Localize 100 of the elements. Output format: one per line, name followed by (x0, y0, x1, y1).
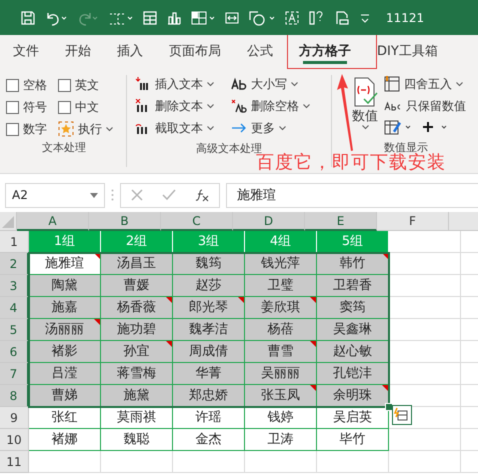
table-cell: 余明珠 (317, 385, 389, 407)
ribbon-tab[interactable]: DIY工具箱 (364, 35, 451, 69)
table-cell: 窦筠 (317, 297, 389, 319)
table-cell: 曹娣 (29, 385, 101, 407)
ribbon-tab[interactable]: 方方格子 (286, 35, 364, 69)
table-cell (101, 451, 173, 473)
table-cell: 郎光琴 (173, 297, 245, 319)
caret-icon (106, 126, 113, 132)
checkbox[interactable]: 英文 (58, 76, 122, 94)
ribbon-tab[interactable]: 页面布局 (156, 35, 234, 69)
table-cell: 钱婷 (245, 407, 317, 429)
column-header[interactable]: F (377, 212, 449, 231)
save-icon[interactable] (20, 10, 36, 26)
table-cell (389, 275, 461, 297)
row-header[interactable]: 8 (0, 385, 29, 407)
ribbon-button[interactable]: 大小写 (231, 75, 327, 93)
chart-icon[interactable] (166, 10, 182, 26)
table-cell (389, 429, 461, 451)
table-cell: 陶黛 (29, 275, 101, 297)
caret-icon (303, 104, 310, 108)
table-icon[interactable] (142, 10, 158, 26)
row-header[interactable]: 4 (0, 297, 29, 319)
table-cell: 许瑶 (173, 407, 245, 429)
print-preview-icon[interactable] (334, 10, 350, 26)
row-header[interactable]: 7 (0, 363, 29, 385)
column-width-icon[interactable] (224, 10, 240, 26)
table-cell: 莫雨祺 (101, 407, 173, 429)
table-cell: 2组 (101, 231, 173, 253)
function-icon[interactable] (194, 188, 210, 202)
checkbox[interactable]: 空格 (6, 76, 58, 94)
checkbox[interactable]: 中文 (58, 98, 122, 116)
table-cell: 4组 (245, 231, 317, 253)
row-header[interactable]: 10 (0, 429, 29, 451)
table-cell: 褚影 (29, 341, 101, 363)
formula-field[interactable]: 施雅瑄 (226, 182, 478, 208)
table-cell (317, 451, 389, 473)
checkbox[interactable]: 数字 (6, 120, 58, 138)
row-header[interactable]: 11 (0, 451, 29, 473)
table-cell: 卫璧 (245, 275, 317, 297)
row-header[interactable]: 3 (0, 275, 29, 297)
table-cell: 褚娜 (29, 429, 101, 451)
ribbon-tab[interactable]: 插入 (104, 35, 156, 69)
table-cell: 汤丽丽 (29, 319, 101, 341)
row-header[interactable]: 1 (0, 231, 29, 253)
ribbon-button[interactable]: 四舍五入 (384, 75, 466, 93)
column-header[interactable]: D (233, 212, 305, 231)
ribbon-button[interactable]: 截取文本 (135, 119, 231, 137)
run-button[interactable]: 执行 (58, 120, 122, 138)
table-cell (389, 451, 461, 473)
text-box-icon[interactable] (284, 10, 300, 26)
checkbox[interactable]: 符号 (6, 98, 58, 116)
table-cell: 3组 (173, 231, 245, 253)
table-cell (245, 451, 317, 473)
table-cell: 曹媛 (101, 275, 173, 297)
caret-icon (362, 125, 368, 130)
shapes-icon[interactable] (248, 10, 276, 26)
grid-icon (384, 76, 400, 92)
table-cell: 郑忠娇 (173, 385, 245, 407)
row-header[interactable]: 9 (0, 407, 29, 429)
ribbon-button[interactable]: 删除文本 (135, 97, 231, 115)
group-label: 数值显示 (384, 140, 428, 154)
table-cell: 赵心敏 (317, 341, 389, 363)
caret-icon (207, 82, 214, 86)
table-cell: 孙宜 (101, 341, 173, 363)
quick-analysis-icon[interactable] (392, 405, 412, 425)
fill-table-icon[interactable] (190, 10, 216, 26)
fill-handle[interactable] (385, 403, 393, 411)
ribbon-tab[interactable]: 开始 (52, 35, 104, 69)
table-cell: 蒋雪梅 (101, 363, 173, 385)
ribbon-tab[interactable]: 公式 (234, 35, 286, 69)
table-cell (389, 341, 461, 363)
table-cell: 吕滢 (29, 363, 101, 385)
table-cell: 1组 (29, 231, 101, 253)
table-cell (389, 253, 461, 275)
dropdown-icon[interactable] (90, 192, 98, 198)
table-cell: 毕竹 (317, 429, 389, 451)
ribbon-button[interactable]: 插入文本 (135, 75, 231, 93)
row-header[interactable]: 2 (0, 253, 29, 275)
name-box[interactable]: A2 (5, 182, 105, 208)
grip-handle[interactable] (111, 189, 114, 201)
ribbon-tab[interactable]: 文件 (0, 35, 52, 69)
column-header[interactable]: A (17, 212, 89, 231)
column-header[interactable]: C (161, 212, 233, 231)
ribbon-button[interactable]: 更多 (231, 119, 327, 137)
text-tool-icon (135, 77, 151, 91)
case-icon (231, 77, 247, 91)
number-button[interactable]: 数值 (350, 73, 380, 140)
table-cell: 魏筠 (173, 253, 245, 275)
ribbon-button[interactable]: 只保留数值 (384, 97, 466, 115)
column-header[interactable]: E (305, 212, 377, 231)
table-cell: 曹雪 (245, 341, 317, 363)
row-header[interactable]: 6 (0, 341, 29, 363)
caret-icon (291, 82, 298, 86)
ribbon-button[interactable]: 删除空格 (231, 97, 327, 115)
table-cell (29, 451, 101, 473)
table-cell (389, 363, 461, 385)
column-header[interactable]: B (89, 212, 161, 231)
text-tool-icon (231, 99, 247, 113)
caret-icon (456, 82, 463, 86)
row-header[interactable]: 5 (0, 319, 29, 341)
